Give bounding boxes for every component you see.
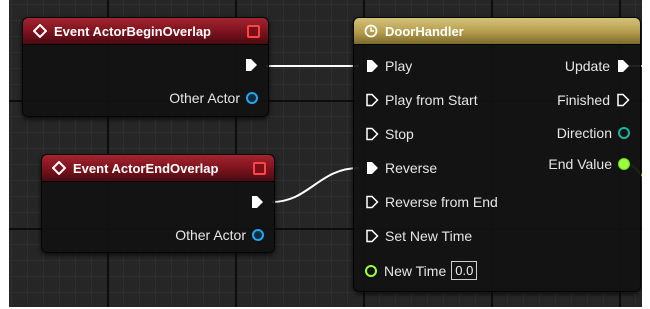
node-header[interactable]: Event ActorEndOverlap (42, 155, 274, 182)
stop-input-row[interactable]: Stop (365, 126, 414, 142)
event-actor-end-overlap-node[interactable]: Event ActorEndOverlap Other Actor (41, 154, 275, 253)
wire-end-overlap-to-reverse[interactable] (271, 167, 360, 203)
exec-output-row[interactable] (250, 195, 264, 209)
set-new-time-input-row[interactable]: Set New Time (365, 228, 472, 244)
play-input-row[interactable]: Play (365, 58, 412, 74)
event-diamond-icon (52, 161, 66, 175)
new-time-input-row[interactable]: New Time 0.0 (365, 261, 478, 280)
stop-label: Stop (385, 126, 414, 142)
other-actor-row[interactable]: Other Actor (169, 90, 258, 106)
play-label: Play (385, 58, 413, 74)
event-actor-begin-overlap-node[interactable]: Event ActorBeginOverlap Other Actor (22, 17, 269, 117)
reverse-from-end-input-row[interactable]: Reverse from End (365, 194, 498, 210)
update-label: Update (564, 58, 610, 74)
enum-output-pin-icon[interactable] (618, 127, 630, 139)
float-output-pin-icon[interactable] (618, 158, 630, 170)
other-actor-label: Other Actor (169, 90, 240, 106)
finished-label: Finished (557, 92, 610, 108)
exec-output-pin-icon[interactable] (244, 58, 258, 72)
set-new-time-label: Set New Time (385, 228, 473, 244)
finished-output-row[interactable]: Finished (557, 92, 630, 108)
exec-output-pin-icon[interactable] (616, 59, 630, 73)
other-actor-row[interactable]: Other Actor (175, 227, 264, 243)
other-actor-label: Other Actor (175, 227, 246, 243)
node-title: DoorHandler (385, 23, 464, 39)
timeline-door-handler-node[interactable]: DoorHandler Play Play from Start Stop Re… (353, 17, 641, 292)
node-title: Event ActorBeginOverlap (54, 23, 212, 39)
update-output-row[interactable]: Update (565, 58, 630, 74)
exec-input-pin-icon[interactable] (365, 161, 379, 175)
object-pin-icon[interactable] (246, 92, 258, 104)
node-title: Event ActorEndOverlap (73, 160, 219, 176)
exec-input-pin-icon[interactable] (365, 229, 379, 243)
node-header[interactable]: Event ActorBeginOverlap (23, 18, 268, 45)
clock-icon (364, 24, 378, 38)
direction-label: Direction (556, 125, 612, 141)
exec-input-pin-icon[interactable] (365, 93, 379, 107)
exec-output-row[interactable] (244, 58, 258, 72)
exec-input-pin-icon[interactable] (365, 195, 379, 209)
end-value-label: End Value (548, 156, 612, 172)
blueprint-graph-canvas[interactable]: Event ActorBeginOverlap Other Actor Even… (9, 0, 642, 307)
reverse-label: Reverse (385, 160, 438, 176)
float-input-pin-icon[interactable] (365, 264, 377, 277)
direction-output-row[interactable]: Direction (557, 125, 630, 141)
exec-input-pin-icon[interactable] (365, 127, 379, 141)
exec-output-pin-icon[interactable] (250, 195, 264, 209)
new-time-value-field[interactable]: 0.0 (451, 261, 478, 280)
event-diamond-icon (33, 24, 47, 38)
reverse-from-end-label: Reverse from End (385, 194, 498, 210)
reverse-input-row[interactable]: Reverse (365, 160, 437, 176)
delegate-pin-icon[interactable] (247, 25, 260, 38)
new-time-label: New Time (384, 262, 447, 279)
exec-input-pin-icon[interactable] (365, 59, 379, 73)
exec-output-pin-icon[interactable] (616, 93, 630, 107)
end-value-output-row[interactable]: End Value (548, 156, 630, 172)
delegate-pin-icon[interactable] (253, 162, 266, 175)
play-from-start-input-row[interactable]: Play from Start (365, 92, 478, 108)
object-pin-icon[interactable] (252, 229, 264, 241)
play-from-start-label: Play from Start (385, 92, 478, 108)
node-header[interactable]: DoorHandler (354, 18, 640, 45)
